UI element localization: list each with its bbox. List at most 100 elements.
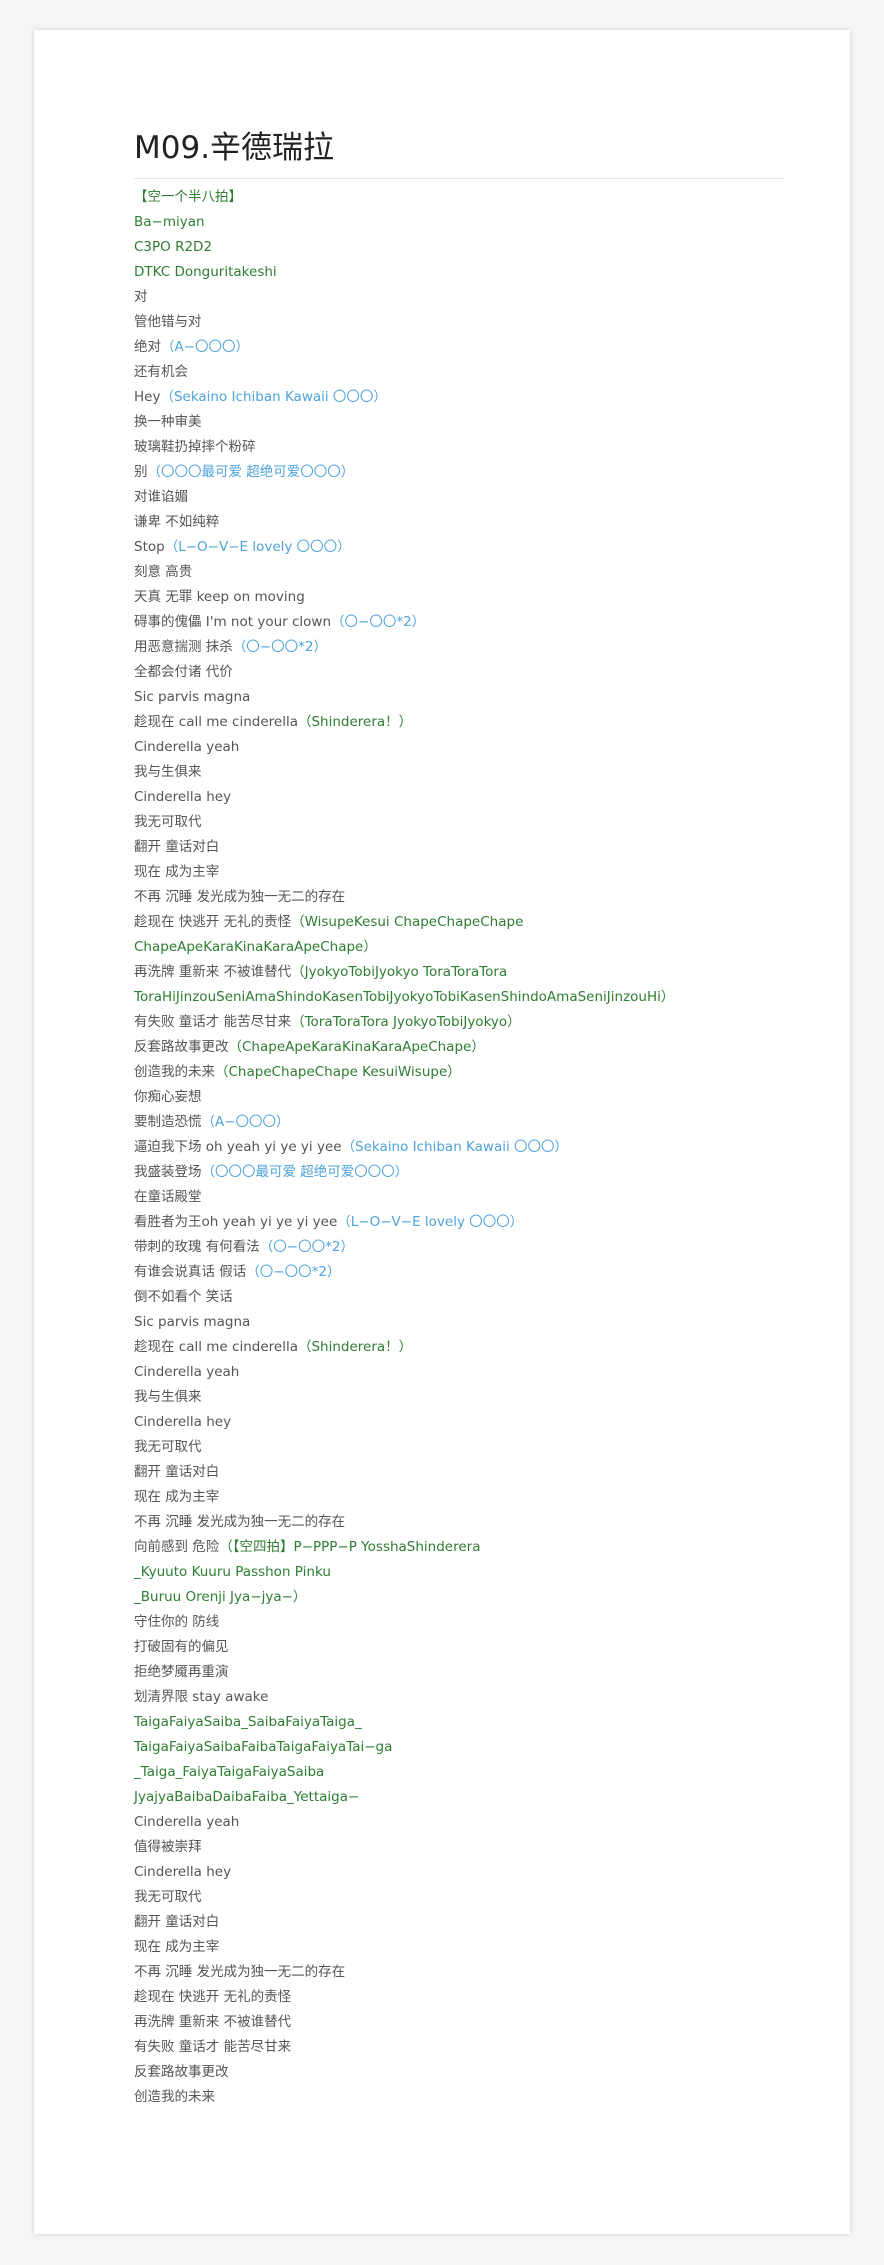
- lyric-annotation: （Shinderera！）: [297, 714, 413, 730]
- lyric-line: Cinderella yeah: [134, 735, 784, 760]
- lyric-line: JyajyaBaibaDaibaFaiba_Yettaiga−: [134, 1785, 784, 1810]
- lyric-line: 现在 成为主宰: [134, 1935, 784, 1960]
- lyric-line: 再洗牌 重新来 不被谁替代: [134, 2010, 784, 2035]
- lyric-line: _Kyuuto Kuuru Passhon Pinku: [134, 1560, 784, 1585]
- lyric-line: 趁现在 快逃开 无礼的责怪（WisupeKesui ChapeChapeChap…: [134, 910, 784, 935]
- lyric-line: 划清界限 stay awake: [134, 1685, 784, 1710]
- lyric-text: 要制造恐慌: [134, 1114, 202, 1130]
- lyric-line: 玻璃鞋扔掉摔个粉碎: [134, 435, 784, 460]
- page-title: M09.辛德瑞拉: [134, 126, 784, 179]
- lyric-text: Cinderella hey: [134, 1864, 232, 1880]
- lyric-line: 你痴心妄想: [134, 1085, 784, 1110]
- lyric-text: 我与生俱来: [134, 764, 202, 780]
- lyric-annotation: （Sekaino Ichiban Kawaii 〇〇〇）: [160, 389, 387, 405]
- lyric-text: 翻开 童话对白: [134, 1464, 220, 1480]
- lyric-line: 【空一个半八拍】: [134, 185, 784, 210]
- lyric-text: 刻意 高贵: [134, 564, 193, 580]
- lyric-text: 趁现在 call me cinderella: [134, 1339, 298, 1355]
- lyric-line: C3PO R2D2: [134, 235, 784, 260]
- lyric-text: Cinderella hey: [134, 789, 232, 805]
- lyric-line: 我无可取代: [134, 810, 784, 835]
- lyric-line: ToraHiJinzouSeniAmaShindoKasenTobiJyokyo…: [134, 985, 784, 1010]
- lyric-text: Hey: [134, 389, 161, 405]
- lyric-line: Cinderella hey: [134, 1860, 784, 1885]
- lyric-annotation: （〇−〇〇*2）: [259, 1239, 354, 1255]
- lyric-annotation: （〇〇〇最可爱 超绝可爱〇〇〇）: [147, 464, 355, 480]
- lyric-text: 翻开 童话对白: [134, 1914, 220, 1930]
- lyric-text: 再洗牌 重新来 不被谁替代: [134, 964, 292, 980]
- lyric-line: 守住你的 防线: [134, 1610, 784, 1635]
- lyric-annotation: （〇−〇〇*2）: [331, 614, 426, 630]
- lyric-text: 翻开 童话对白: [134, 839, 220, 855]
- lyric-line: 拒绝梦魇再重演: [134, 1660, 784, 1685]
- lyric-text: 不再 沉睡 发光成为独一无二的存在: [134, 889, 346, 905]
- lyric-line: 创造我的未来: [134, 2085, 784, 2110]
- lyric-text: Sic parvis magna: [134, 1314, 251, 1330]
- lyric-line: ChapeApeKaraKinaKaraApeChape）: [134, 935, 784, 960]
- lyric-annotation: ToraHiJinzouSeniAmaShindoKasenTobiJyokyo…: [134, 989, 675, 1005]
- lyric-line: 值得被崇拜: [134, 1835, 784, 1860]
- lyrics-list: 【空一个半八拍】 Ba−miyan C3PO R2D2 DTKC Donguritak…: [134, 185, 784, 2110]
- lyric-text: 谦卑 不如纯粹: [134, 514, 220, 530]
- lyric-line: 我无可取代: [134, 1885, 784, 1910]
- lyric-line: 现在 成为主宰: [134, 1485, 784, 1510]
- lyric-annotation: 【空一个半八拍】: [134, 189, 242, 205]
- lyric-line: 现在 成为主宰: [134, 860, 784, 885]
- lyric-line: TaigaFaiyaSaiba_SaibaFaiyaTaiga_: [134, 1710, 784, 1735]
- lyric-text: 看胜者为王oh yeah yi ye yi yee: [134, 1214, 338, 1230]
- lyric-line: Hey（Sekaino Ichiban Kawaii 〇〇〇）: [134, 385, 784, 410]
- lyric-line: Cinderella yeah: [134, 1810, 784, 1835]
- lyric-line: 创造我的未来（ChapeChapeChape KesuiWisupe）: [134, 1060, 784, 1085]
- lyric-text: 趁现在 快逃开 无礼的责怪: [134, 914, 292, 930]
- lyric-annotation: TaigaFaiyaSaiba_SaibaFaiyaTaiga_: [134, 1714, 362, 1730]
- lyric-line: Cinderella yeah: [134, 1360, 784, 1385]
- lyric-line: 刻意 高贵: [134, 560, 784, 585]
- lyric-text: 反套路故事更改: [134, 2064, 229, 2080]
- lyric-line: 在童话殿堂: [134, 1185, 784, 1210]
- document-page: M09.辛德瑞拉 【空一个半八拍】 Ba−miyan C3PO R2D2 DTKC D…: [34, 30, 850, 2234]
- lyric-text: 换一种审美: [134, 414, 202, 430]
- lyric-text: 趁现在 快逃开 无礼的责怪: [134, 1989, 292, 2005]
- lyric-line: Ba−miyan: [134, 210, 784, 235]
- lyric-annotation: （JyokyoTobiJyokyo ToraToraTora: [291, 964, 508, 980]
- lyric-text: 绝对: [134, 339, 161, 355]
- lyric-line: DTKC Donguritakeshi: [134, 260, 784, 285]
- lyric-line: 换一种审美: [134, 410, 784, 435]
- lyric-line: TaigaFaiyaSaibaFaibaTaigaFaiyaTai−ga: [134, 1735, 784, 1760]
- lyric-text: 别: [134, 464, 148, 480]
- lyric-text: Sic parvis magna: [134, 689, 251, 705]
- lyric-text: 玻璃鞋扔掉摔个粉碎: [134, 439, 256, 455]
- lyric-annotation: C3PO R2D2: [134, 239, 213, 255]
- document-content: M09.辛德瑞拉 【空一个半八拍】 Ba−miyan C3PO R2D2 DTKC D…: [134, 126, 784, 2110]
- lyric-annotation: _Kyuuto Kuuru Passhon Pinku: [134, 1564, 331, 1580]
- lyric-text: 现在 成为主宰: [134, 1489, 220, 1505]
- lyric-text: 对谁谄媚: [134, 489, 188, 505]
- lyric-text: 我无可取代: [134, 1439, 202, 1455]
- lyric-annotation: （WisupeKesui ChapeChapeChape: [291, 914, 524, 930]
- lyric-text: 用恶意揣测 抹杀: [134, 639, 233, 655]
- lyric-text: 在童话殿堂: [134, 1189, 202, 1205]
- lyric-text: 管他错与对: [134, 314, 202, 330]
- lyric-text: 趁现在 call me cinderella: [134, 714, 298, 730]
- lyric-text: 打破固有的偏见: [134, 1639, 229, 1655]
- lyric-line: Sic parvis magna: [134, 685, 784, 710]
- lyric-text: 现在 成为主宰: [134, 864, 220, 880]
- lyric-annotation: （〇−〇〇*2）: [246, 1264, 341, 1280]
- lyric-text: 有谁会说真话 假话: [134, 1264, 247, 1280]
- lyric-line: 有谁会说真话 假话（〇−〇〇*2）: [134, 1260, 784, 1285]
- lyric-annotation: （ToraToraTora JyokyoTobiJyokyo）: [291, 1014, 521, 1030]
- lyric-text: 碍事的傀儡 I'm not your clown: [134, 614, 332, 630]
- lyric-annotation: （L−O−V−E lovely 〇〇〇）: [164, 539, 351, 555]
- lyric-annotation: （〇〇〇最可爱 超绝可爱〇〇〇）: [201, 1164, 409, 1180]
- lyric-line: 我盛装登场（〇〇〇最可爱 超绝可爱〇〇〇）: [134, 1160, 784, 1185]
- lyric-text: 对: [134, 289, 148, 305]
- lyric-line: 不再 沉睡 发光成为独一无二的存在: [134, 1510, 784, 1535]
- lyric-line: 谦卑 不如纯粹: [134, 510, 784, 535]
- lyric-line: 再洗牌 重新来 不被谁替代（JyokyoTobiJyokyo ToraToraT…: [134, 960, 784, 985]
- lyric-text: 拒绝梦魇再重演: [134, 1664, 229, 1680]
- lyric-text: Cinderella yeah: [134, 1364, 240, 1380]
- lyric-text: 我盛装登场: [134, 1164, 202, 1180]
- lyric-line: 别（〇〇〇最可爱 超绝可爱〇〇〇）: [134, 460, 784, 485]
- lyric-annotation: （A−〇〇〇）: [161, 339, 250, 355]
- lyric-annotation: （ChapeChapeChape KesuiWisupe）: [215, 1064, 461, 1080]
